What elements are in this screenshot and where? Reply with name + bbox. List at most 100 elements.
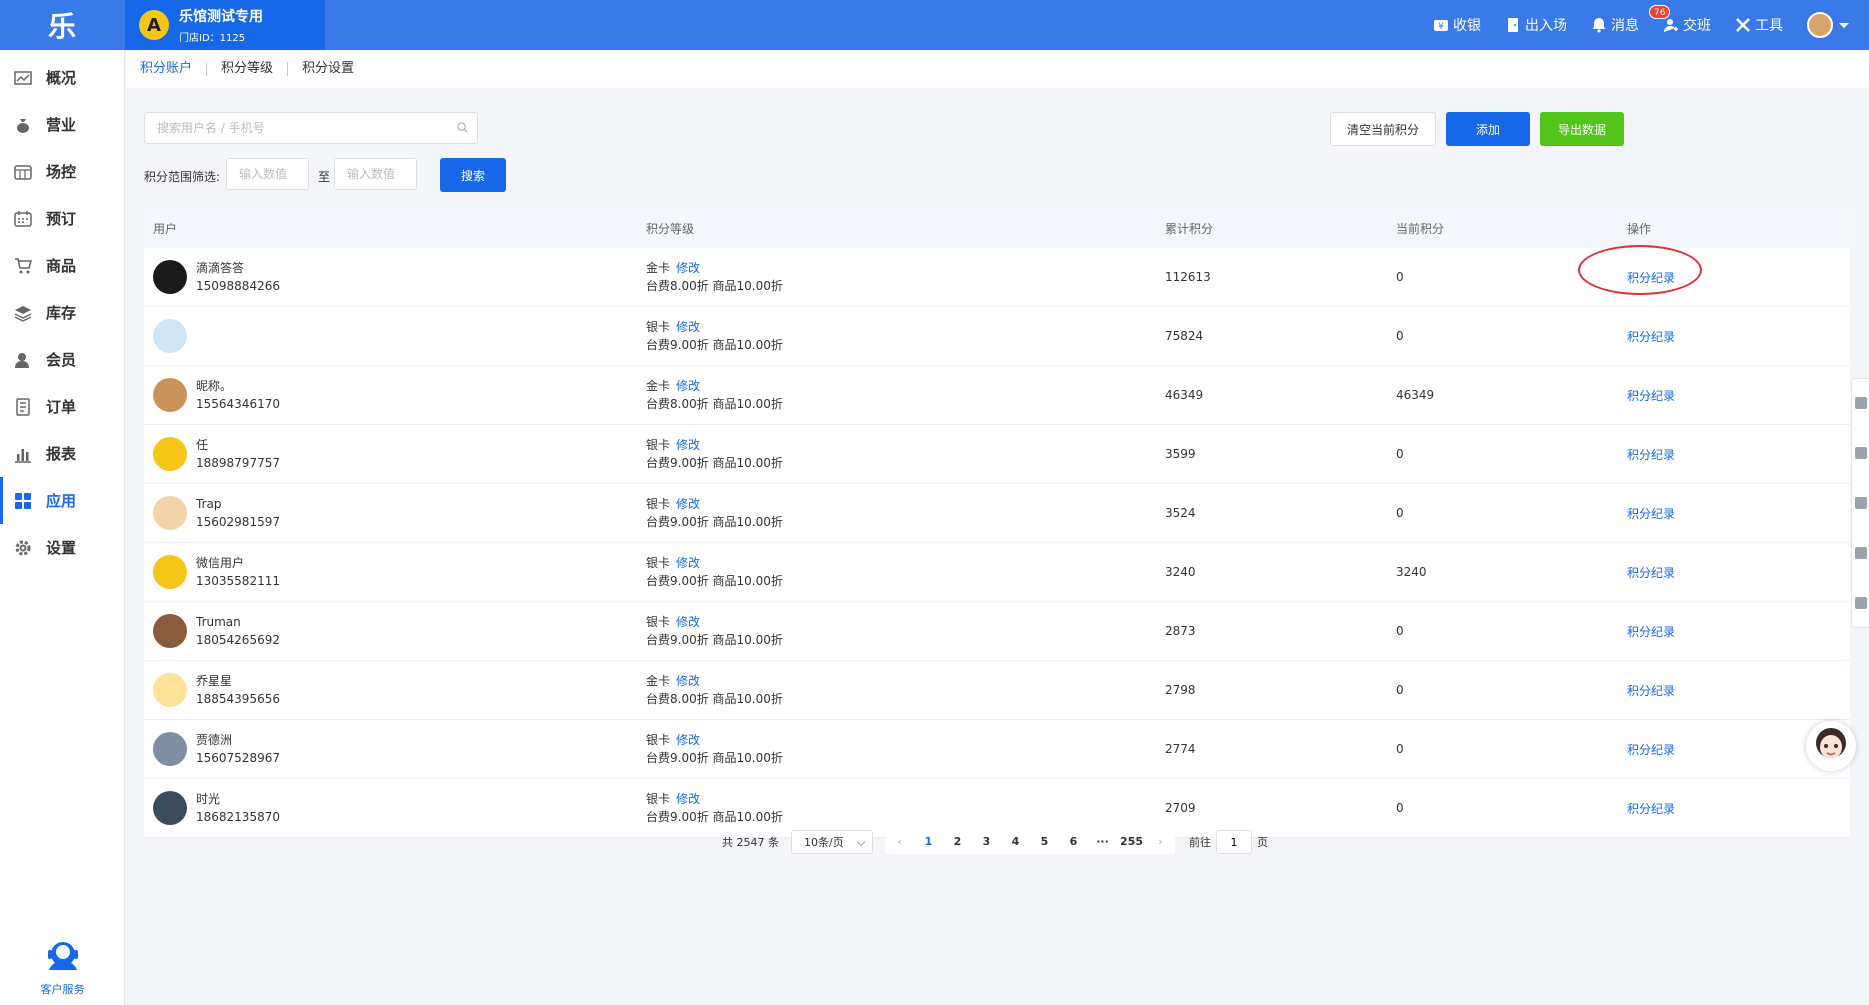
next-page-button[interactable]: › xyxy=(1146,830,1175,854)
right-dock xyxy=(1851,378,1869,628)
edit-level-link[interactable]: 修改 xyxy=(676,497,700,511)
sidebar-item-business[interactable]: 营业 xyxy=(0,101,124,148)
user-phone: 13035582111 xyxy=(196,574,280,588)
points-record-link[interactable]: 积分纪录 xyxy=(1627,507,1675,521)
store-switcher[interactable]: A 乐馆测试专用 门店ID：1125 xyxy=(125,0,325,50)
op-cell: 积分纪录 xyxy=(1618,564,1850,581)
current-points: 0 xyxy=(1396,742,1404,756)
entry-exit-button[interactable]: 出入场 xyxy=(1505,15,1567,35)
export-data-button[interactable]: 导出数据 xyxy=(1540,112,1624,146)
dock-card-icon[interactable] xyxy=(1854,597,1867,609)
page-number[interactable]: 3 xyxy=(972,830,1001,854)
table-row: 银卡 修改 台费9.00折 商品10.00折 75824 0 积分纪录 xyxy=(144,307,1850,366)
edit-level-link[interactable]: 修改 xyxy=(676,379,700,393)
sidebar-item-overview[interactable]: 概况 xyxy=(0,54,124,101)
points-record-link[interactable]: 积分纪录 xyxy=(1627,684,1675,698)
page-number[interactable]: 5 xyxy=(1030,830,1059,854)
level-name: 银卡 xyxy=(646,615,671,629)
avatar xyxy=(153,319,187,353)
cashier-icon: ¥ xyxy=(1434,20,1448,32)
range-min-input[interactable] xyxy=(226,158,309,190)
edit-level-link[interactable]: 修改 xyxy=(676,261,700,275)
page-ellipsis[interactable]: ··· xyxy=(1088,830,1117,854)
page-number[interactable]: 2 xyxy=(943,830,972,854)
header-user: 用户 xyxy=(153,221,178,236)
goto-page-input[interactable] xyxy=(1216,830,1252,854)
level-name: 金卡 xyxy=(646,674,671,688)
search-input[interactable] xyxy=(144,112,478,144)
edit-level-link[interactable]: 修改 xyxy=(676,556,700,570)
sidebar-item-products[interactable]: 商品 xyxy=(0,242,124,289)
dock-store-icon[interactable] xyxy=(1854,547,1867,559)
points-record-link[interactable]: 积分纪录 xyxy=(1627,625,1675,639)
add-button[interactable]: 添加 xyxy=(1446,112,1530,146)
clear-points-button[interactable]: 清空当前积分 xyxy=(1330,112,1436,146)
points-record-link[interactable]: 积分纪录 xyxy=(1627,389,1675,403)
points-record-link[interactable]: 积分纪录 xyxy=(1627,566,1675,580)
points-record-link[interactable]: 积分纪录 xyxy=(1627,743,1675,757)
app-logo[interactable]: 乐 xyxy=(0,0,125,50)
discount-text: 台费9.00折 商品10.00折 xyxy=(646,574,783,588)
sidebar-item-reports[interactable]: 报表 xyxy=(0,430,124,477)
edit-level-link[interactable]: 修改 xyxy=(676,615,700,629)
assistant-avatar[interactable] xyxy=(1806,721,1856,771)
edit-level-link[interactable]: 修改 xyxy=(676,674,700,688)
sidebar-item-members[interactable]: 会员 xyxy=(0,336,124,383)
sidebar-item-inventory[interactable]: 库存 xyxy=(0,289,124,336)
points-record-link[interactable]: 积分纪录 xyxy=(1627,448,1675,462)
cashier-button[interactable]: ¥ 收银 xyxy=(1433,15,1481,35)
sidebar-item-venue-control[interactable]: 场控 xyxy=(0,148,124,195)
page-size-select[interactable]: 10条/页 xyxy=(791,830,873,854)
handover-button[interactable]: 交班 xyxy=(1663,15,1711,35)
tab-points-account[interactable]: 积分账户 xyxy=(140,62,208,76)
dock-monitor-icon[interactable] xyxy=(1854,447,1867,459)
page-number[interactable]: 255 xyxy=(1117,830,1146,854)
user-cell: 任 18898797757 xyxy=(144,436,637,472)
op-cell: 积分纪录 xyxy=(1618,505,1850,522)
goto-suffix: 页 xyxy=(1257,836,1268,849)
page-number[interactable]: 1 xyxy=(914,830,943,854)
cashier-label: 收银 xyxy=(1453,18,1481,34)
user-name: 乔星星 xyxy=(196,674,233,688)
sidebar-item-settings[interactable]: 设置 xyxy=(0,524,124,571)
points-record-link[interactable]: 积分纪录 xyxy=(1627,330,1675,344)
tools-button[interactable]: 工具 xyxy=(1735,15,1783,35)
edit-level-link[interactable]: 修改 xyxy=(676,792,700,806)
dock-layers-icon[interactable] xyxy=(1854,397,1867,409)
edit-level-link[interactable]: 修改 xyxy=(676,438,700,452)
sidebar-item-orders[interactable]: 订单 xyxy=(0,383,124,430)
user-avatar[interactable] xyxy=(1807,12,1833,38)
chevron-down-icon[interactable] xyxy=(1839,22,1849,28)
dock-user-icon[interactable] xyxy=(1854,497,1867,509)
page-number[interactable]: 6 xyxy=(1059,830,1088,854)
tab-points-settings[interactable]: 积分设置 xyxy=(288,62,368,76)
header-level: 积分等级 xyxy=(646,221,695,236)
gear-icon xyxy=(14,539,32,557)
level-cell: 金卡 修改 台费8.00折 商品10.00折 xyxy=(637,672,1156,708)
store-id: 门店ID：1125 xyxy=(179,33,246,44)
op-cell: 积分纪录 xyxy=(1618,623,1850,640)
table-row: 昵称。 15564346170 金卡 修改 台费8.00折 商品10.00折 46349 4… xyxy=(144,366,1850,425)
customer-service-button[interactable]: 客户服务 xyxy=(0,936,125,997)
level-name: 银卡 xyxy=(646,320,671,334)
tab-points-levels[interactable]: 积分等级 xyxy=(207,62,289,76)
sidebar-item-booking[interactable]: 预订 xyxy=(0,195,124,242)
user-name: Trap xyxy=(196,497,222,511)
points-record-link[interactable]: 积分纪录 xyxy=(1627,802,1675,816)
user-name: Truman xyxy=(196,615,241,629)
page-number[interactable]: 4 xyxy=(1001,830,1030,854)
level-name: 银卡 xyxy=(646,792,671,806)
user-phone: 18054265692 xyxy=(196,633,280,647)
table-row: 乔星星 18854395656 金卡 修改 台费8.00折 商品10.00折 2798 0 积… xyxy=(144,661,1850,720)
messages-button[interactable]: 消息 76 xyxy=(1591,5,1671,35)
edit-level-link[interactable]: 修改 xyxy=(676,320,700,334)
sidebar-item-label: 设置 xyxy=(46,539,77,557)
search-button[interactable]: 搜索 xyxy=(440,158,506,192)
range-max-input[interactable] xyxy=(334,158,417,190)
op-cell: 积分纪录 xyxy=(1618,328,1850,345)
search-icon[interactable] xyxy=(457,122,468,133)
edit-level-link[interactable]: 修改 xyxy=(676,733,700,747)
sidebar-item-apps[interactable]: 应用 xyxy=(0,477,124,524)
prev-page-button[interactable]: ‹ xyxy=(885,830,914,854)
level-name: 银卡 xyxy=(646,497,671,511)
